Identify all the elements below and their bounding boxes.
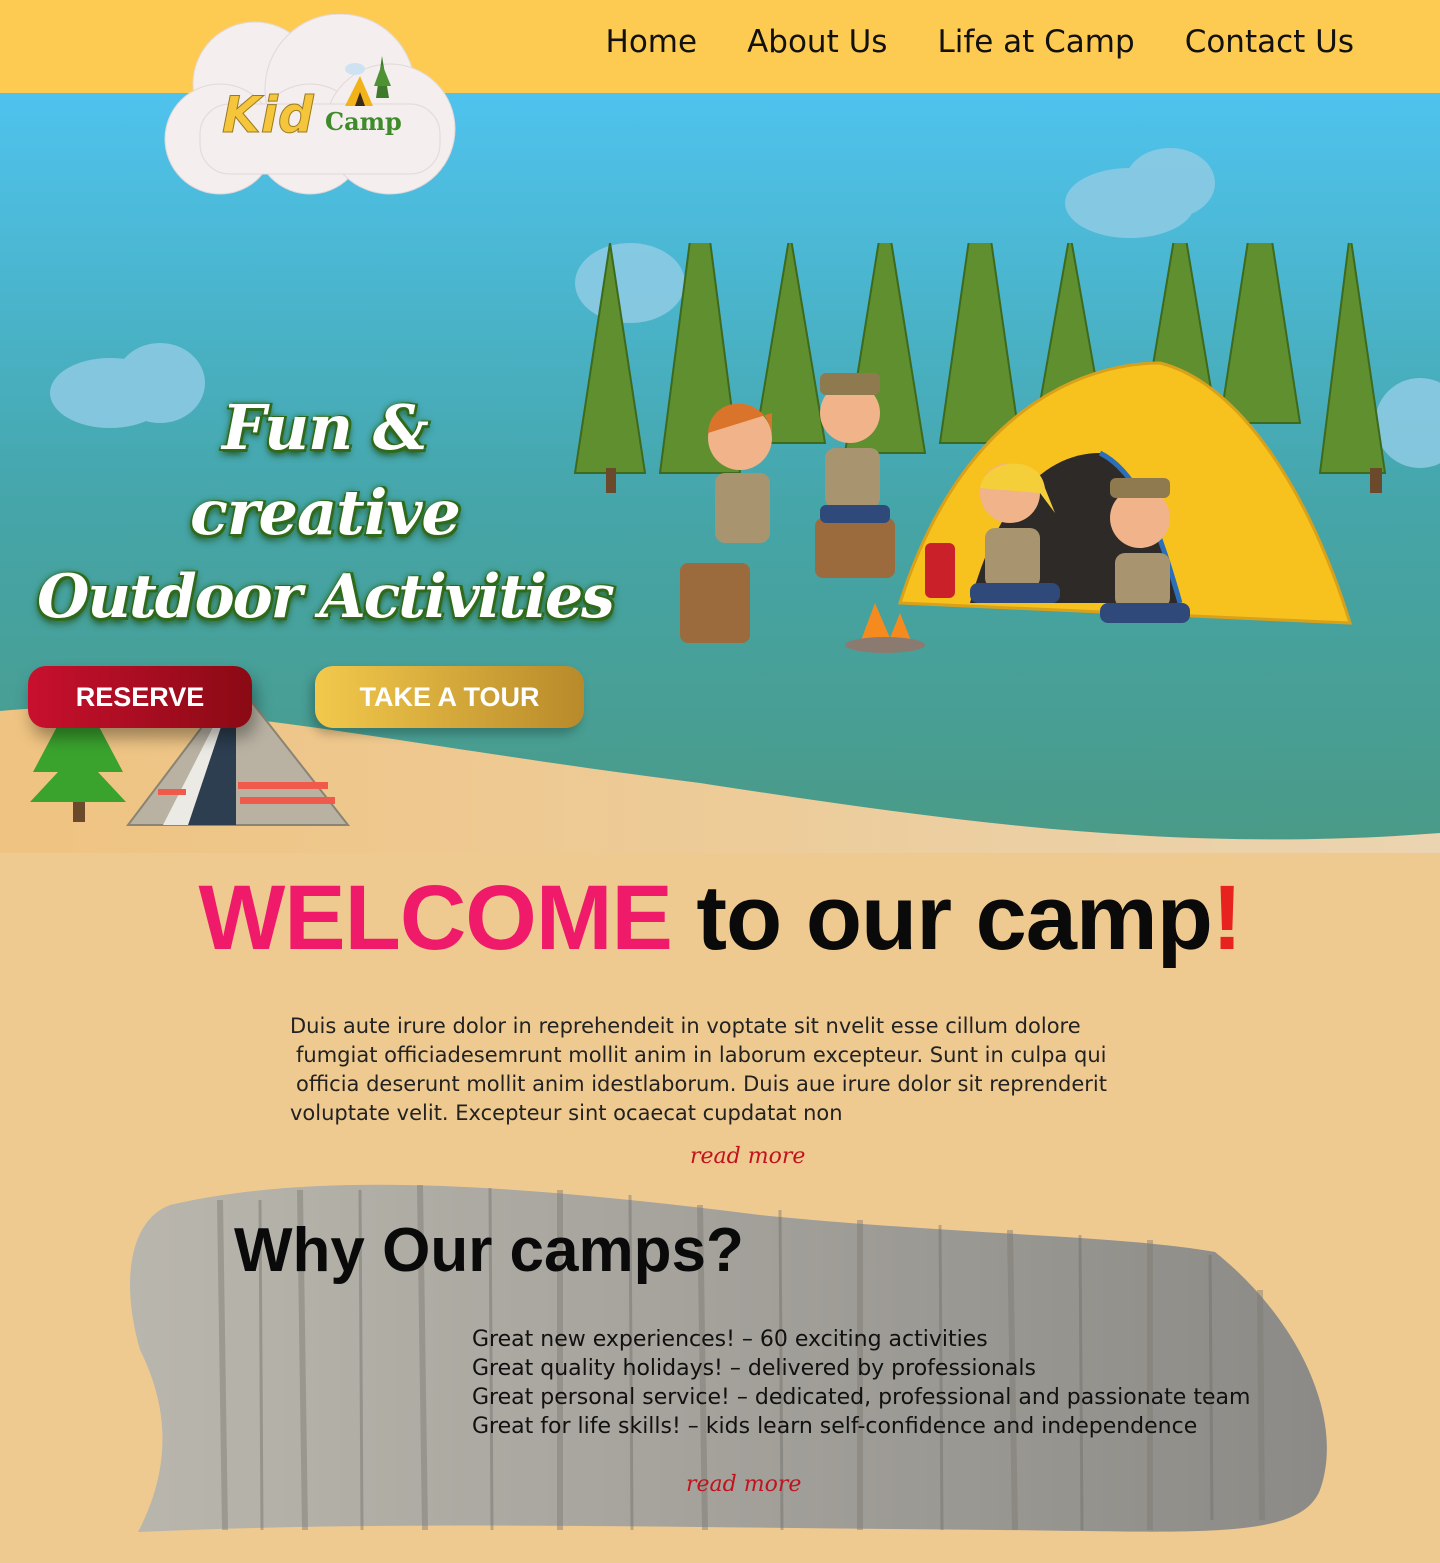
main-nav: Home About Us Life at Camp Contact Us bbox=[606, 24, 1354, 60]
nav-life-at-camp[interactable]: Life at Camp bbox=[937, 24, 1134, 60]
hero-heading-line-3: Outdoor Activities bbox=[37, 562, 615, 632]
hero-heading-line-1: Fun & bbox=[222, 391, 429, 464]
hero-heading: Fun & creative Outdoor Activities bbox=[0, 385, 650, 640]
nav-contact-us[interactable]: Contact Us bbox=[1185, 24, 1354, 60]
logo-word-kid: Kid bbox=[222, 86, 315, 144]
hero-section: Fun & creative Outdoor Activities RESERV… bbox=[0, 93, 1440, 853]
kid-camp-logo[interactable]: Kid Camp bbox=[160, 13, 470, 199]
list-item: Great quality holidays! – delivered by p… bbox=[472, 1356, 1036, 1381]
nav-about-us[interactable]: About Us bbox=[747, 24, 887, 60]
welcome-exclamation: ! bbox=[1211, 867, 1243, 969]
hero-heading-line-2: creative bbox=[190, 476, 461, 549]
why-read-more-link[interactable]: read more bbox=[686, 1472, 801, 1497]
list-item: Great for life skills! – kids learn self… bbox=[472, 1414, 1198, 1439]
logo-word-camp: Camp bbox=[325, 107, 402, 136]
welcome-paragraph-line: fumgiat officiadesemrunt mollit anim in … bbox=[296, 1043, 1107, 1067]
welcome-paragraph-line: officia deserunt mollit anim idestlaboru… bbox=[296, 1072, 1107, 1096]
welcome-paragraph-line: voluptate velit. Excepteur sint ocaecat … bbox=[290, 1101, 843, 1125]
nav-home[interactable]: Home bbox=[606, 24, 698, 60]
take-a-tour-button[interactable]: TAKE A TOUR bbox=[315, 666, 584, 728]
list-item: Great personal service! – dedicated, pro… bbox=[472, 1385, 1251, 1410]
list-item: Great new experiences! – 60 exciting act… bbox=[472, 1327, 988, 1352]
why-benefits-list: Great new experiences! – 60 exciting act… bbox=[472, 1325, 1250, 1441]
welcome-heading: WELCOME to our camp! bbox=[0, 868, 1440, 968]
welcome-rest: to our camp bbox=[671, 867, 1213, 969]
welcome-paragraph: Duis aute irure dolor in reprehendeit in… bbox=[290, 1012, 1170, 1128]
why-heading: Why Our camps? bbox=[234, 1216, 744, 1285]
welcome-read-more-link[interactable]: read more bbox=[690, 1144, 805, 1169]
camp-scene-illustration bbox=[540, 162, 1440, 763]
reserve-button[interactable]: RESERVE bbox=[28, 666, 252, 728]
welcome-word: WELCOME bbox=[198, 867, 672, 969]
welcome-paragraph-line: Duis aute irure dolor in reprehendeit in… bbox=[290, 1014, 1081, 1038]
